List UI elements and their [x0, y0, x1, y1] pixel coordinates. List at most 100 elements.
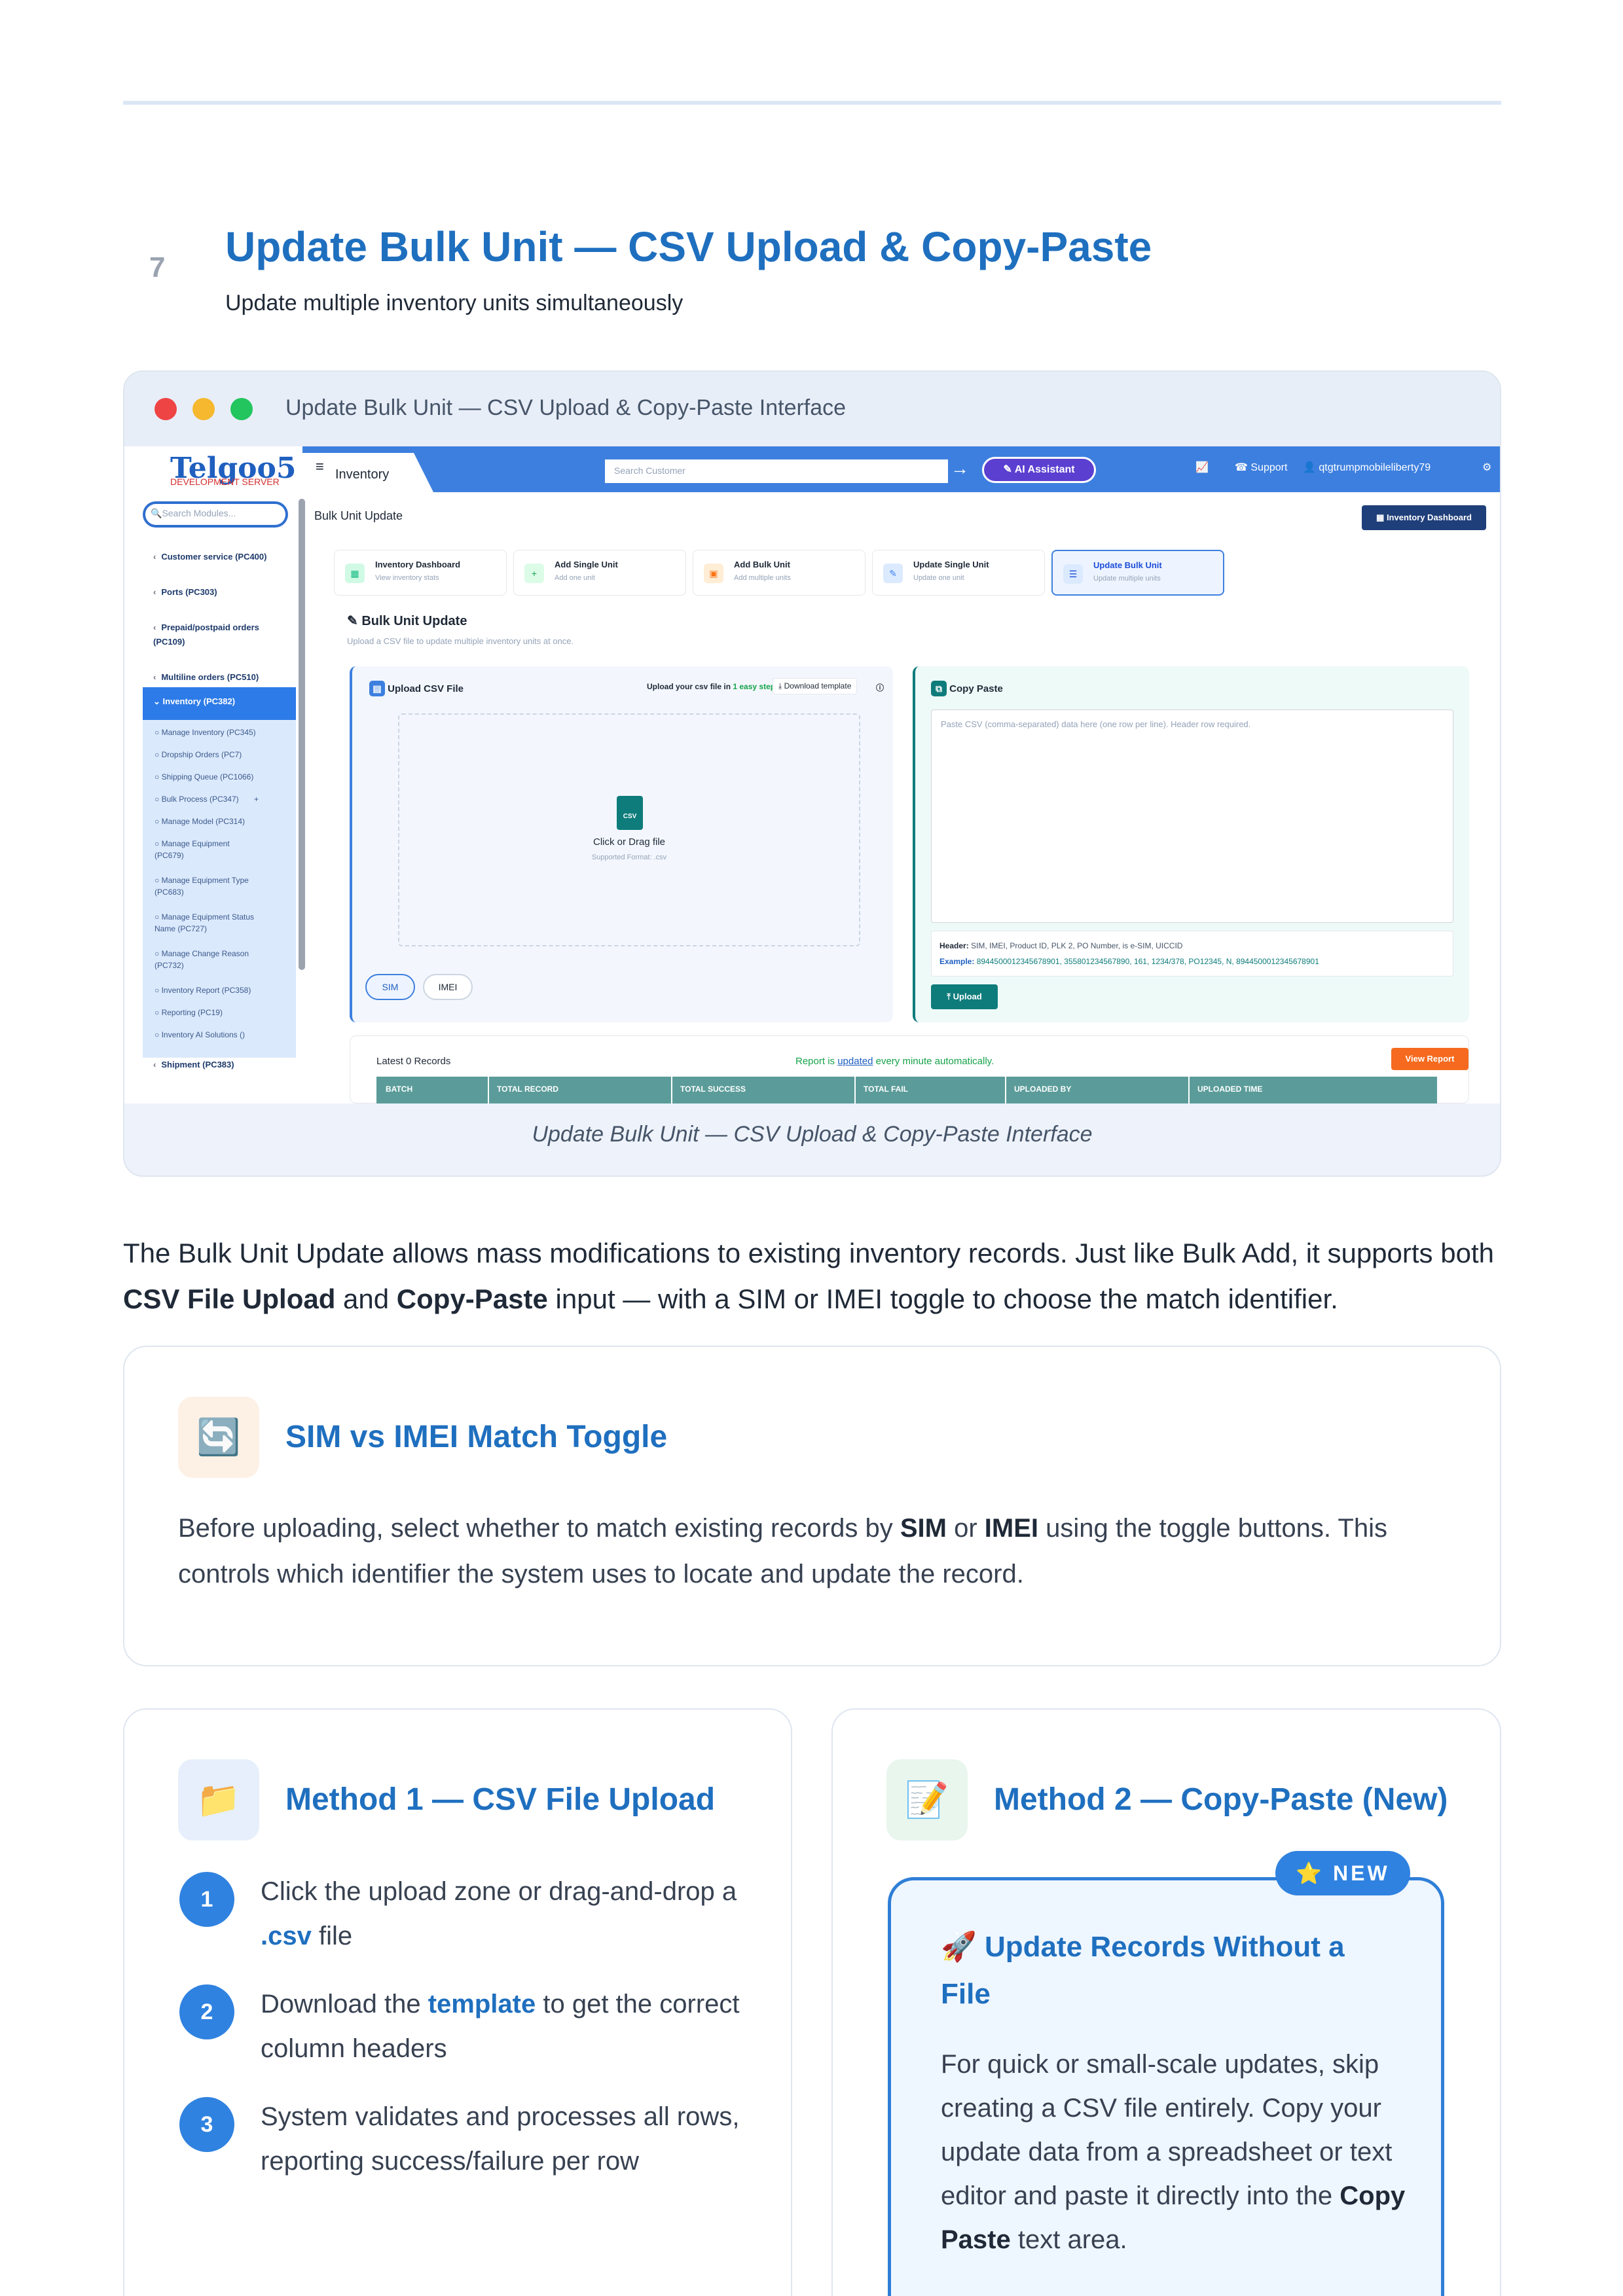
plus-icon: +	[524, 564, 544, 583]
card-add-bulk-unit[interactable]: ▣ Add Bulk Unit Add multiple units	[693, 550, 866, 596]
sidebar-item-inventory[interactable]: ⌄ Inventory (PC382)	[143, 687, 296, 720]
window-titlebar: Update Bulk Unit — CSV Upload & Copy-Pas…	[124, 372, 1500, 446]
step-text: Download the template to get the correct…	[261, 1990, 740, 2063]
window-title: Update Bulk Unit — CSV Upload & Copy-Pas…	[285, 395, 847, 420]
bulk-update-subtitle: Upload a CSV file to update multiple inv…	[347, 636, 574, 646]
table-header-cell: TOTAL SUCCESS	[680, 1085, 746, 1094]
search-customer-input[interactable]: Search Customer	[605, 459, 948, 483]
screenshot-caption: Update Bulk Unit — CSV Upload & Copy-Pas…	[532, 1122, 1093, 1147]
card-update-bulk-unit[interactable]: ☰ Update Bulk Unit Update multiple units	[1051, 550, 1224, 596]
sidebar-subitem[interactable]: ○ Manage Inventory (PC345)	[155, 726, 256, 738]
edit-icon: ✎	[347, 614, 362, 628]
breadcrumb: Bulk Unit Update	[314, 509, 403, 522]
new-feature-title: 🚀 Update Records Without a File	[941, 1931, 1345, 2010]
table-header-cell: TOTAL FAIL	[864, 1085, 908, 1094]
sidebar-subitem[interactable]: ○ Manage Equipment Type (PC683)	[155, 874, 272, 898]
csv-file-icon: CSV	[617, 796, 643, 830]
copy-paste-title: ⧉ Copy Paste	[931, 681, 1003, 696]
new-badge: ⭐ NEW	[1275, 1851, 1410, 1895]
sidebar-scrollbar[interactable]	[299, 499, 305, 970]
sidebar-item-shipment[interactable]: ‹ Shipment (PC383)	[153, 1058, 234, 1072]
sidebar-subitem[interactable]: ○ Dropship Orders (PC7)	[155, 749, 242, 761]
imei-toggle[interactable]: IMEI	[423, 974, 473, 1000]
gear-icon[interactable]: ⚙	[1482, 461, 1491, 474]
sidebar-item-customer-service[interactable]: ‹ Customer service (PC400)	[153, 550, 266, 564]
new-feature-text: For quick or small-scale updates, skip c…	[941, 2050, 1406, 2254]
csv-dropzone[interactable]: CSV Click or Drag file Supported Format:…	[398, 713, 860, 946]
file-icon: ▤	[369, 681, 385, 696]
sidebar-subitem[interactable]: ○ Reporting (PC19)	[155, 1007, 223, 1018]
sidebar-subitem[interactable]: ○ Manage Equipment (PC679)	[155, 838, 253, 861]
method2-card: 📝 Method 2 — Copy-Paste (New) 🚀 Update R…	[831, 1708, 1501, 2296]
toggle-card-text: Before uploading, select whether to matc…	[178, 1514, 1387, 1588]
close-dot	[155, 398, 177, 420]
copy-paste-hint: Header: SIM, IMEI, Product ID, PLK 2, PO…	[931, 931, 1453, 977]
intro-paragraph: The Bulk Unit Update allows mass modific…	[123, 1238, 1494, 1314]
minimize-dot	[192, 398, 215, 420]
search-modules-input[interactable]: 🔍Search Modules...	[143, 501, 288, 528]
toggle-card-title: SIM vs IMEI Match Toggle	[285, 1420, 668, 1454]
step-number: 2	[179, 1984, 234, 2039]
sidebar-item-ports[interactable]: ‹ Ports (PC303)	[153, 585, 217, 600]
sidebar: 🔍Search Modules... ‹ Customer service (PC…	[124, 492, 296, 1103]
step-number: 3	[179, 2097, 234, 2152]
method2-title: Method 2 — Copy-Paste (New)	[994, 1782, 1448, 1817]
arrow-right-icon[interactable]: →	[951, 458, 969, 479]
info-icon[interactable]: ⓘ	[876, 682, 884, 693]
sidebar-subitem[interactable]: ○ Manage Model (PC314)	[155, 816, 245, 827]
copy-paste-textarea[interactable]: Paste CSV (comma-separated) data here (o…	[931, 709, 1453, 923]
step-text: Click the upload zone or drag-and-drop a…	[261, 1877, 737, 1950]
card-update-single-unit[interactable]: ✎ Update Single Unit Update one unit	[872, 550, 1045, 596]
upload-panel-title: ▤ Upload CSV File	[369, 681, 464, 696]
sim-toggle[interactable]: SIM	[365, 974, 415, 1000]
menu-icon[interactable]: ≡	[316, 458, 324, 475]
refresh-icon: 🔄	[178, 1397, 259, 1478]
logo-subtitle: DEVELOPMENT SERVER	[170, 476, 280, 487]
dropzone-subtitle: Supported Format: .csv	[591, 853, 667, 861]
records-count: Latest 0 Records	[376, 1056, 451, 1067]
chart-icon[interactable]: 📈	[1195, 461, 1209, 474]
table-header-cell: BATCH	[386, 1085, 413, 1094]
upload-steps-note: Upload your csv file in 1 easy step!	[647, 682, 778, 691]
table-header-cell: UPLOADED TIME	[1197, 1085, 1263, 1094]
memo-icon: 📝	[886, 1759, 968, 1840]
copy-icon: ⧉	[931, 681, 947, 696]
card-inventory-dashboard[interactable]: ▦ Inventory Dashboard View inventory stat…	[334, 550, 507, 596]
records-panel: Latest 0 Records Report is updated every…	[350, 1035, 1469, 1103]
ai-assistant-button[interactable]: ✎ AI Assistant	[982, 457, 1096, 483]
top-divider	[123, 101, 1501, 105]
dropzone-title: Click or Drag file	[593, 836, 666, 848]
grid-icon: ▦	[1376, 512, 1387, 522]
support-link[interactable]: ☎ Support	[1235, 461, 1287, 474]
sidebar-item-multiline[interactable]: ‹ Multiline orders (PC510)	[153, 670, 259, 685]
view-report-button[interactable]: View Report	[1391, 1048, 1468, 1070]
records-table-header: BATCH TOTAL RECORD TOTAL SUCCESS TOTAL F…	[376, 1077, 1437, 1103]
card-add-single-unit[interactable]: + Add Single Unit Add one unit	[513, 550, 686, 596]
sidebar-subitem[interactable]: ○ Shipping Queue (PC1066)	[155, 771, 253, 783]
grid-icon: ▦	[345, 564, 365, 583]
list-icon: ☰	[1063, 564, 1083, 584]
method1-title: Method 1 — CSV File Upload	[285, 1782, 716, 1817]
download-icon: ⤓	[778, 681, 784, 691]
boxes-icon: ▣	[704, 564, 723, 583]
inventory-dashboard-button[interactable]: ▦ Inventory Dashboard	[1362, 505, 1486, 530]
sidebar-subitem[interactable]: ○ Bulk Process (PC347) +	[155, 793, 259, 805]
section-number: 7	[149, 251, 166, 283]
new-feature-box: 🚀 Update Records Without a File For quic…	[888, 1877, 1444, 2296]
copy-paste-upload-button[interactable]: ⤒ Upload	[931, 984, 998, 1009]
section-subtitle: Update multiple inventory units simultan…	[225, 291, 684, 315]
user-menu[interactable]: 👤 qtgtrumpmobileliberty79	[1303, 461, 1431, 474]
sidebar-subitem[interactable]: ○ Manage Change Reason (PC732)	[155, 948, 272, 971]
search-icon: 🔍	[151, 508, 162, 518]
screenshot-frame: Update Bulk Unit — CSV Upload & Copy-Pas…	[123, 370, 1501, 1177]
wand-icon: ✎	[1003, 464, 1015, 475]
sidebar-subitem[interactable]: ○ Manage Equipment Status Name (PC727)	[155, 911, 272, 935]
download-template-button[interactable]: ⤓ Download template	[773, 678, 858, 694]
app-screenshot: Telgoo5 DEVELOPMENT SERVER 🔍Search Modul…	[124, 446, 1500, 1103]
rocket-icon: 🚀	[941, 1931, 985, 1963]
sidebar-subitem[interactable]: ○ Inventory AI Solutions ()	[155, 1029, 245, 1041]
sidebar-item-prepaid[interactable]: ‹ Prepaid/postpaid orders (PC109)	[153, 620, 284, 649]
copy-paste-panel: ⧉ Copy Paste Paste CSV (comma-separated)…	[913, 666, 1469, 1022]
table-header-cell: TOTAL RECORD	[497, 1085, 559, 1094]
sidebar-subitem[interactable]: ○ Inventory Report (PC358)	[155, 984, 251, 996]
